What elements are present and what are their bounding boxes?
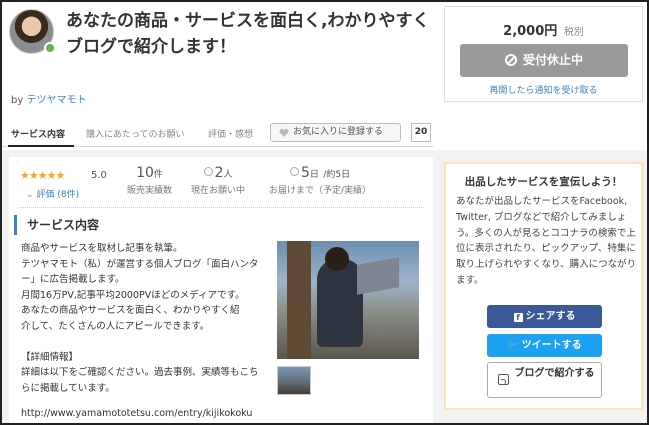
details-heading: 【詳細情報】	[21, 351, 79, 363]
service-tabs: サービス内容 購入にあたってのお願い 評価・感想 お気に入りに登録する 20	[2, 121, 434, 147]
facebook-share-button[interactable]: f シェアする	[487, 305, 602, 328]
description-line: 月間16万PV,記事平均2000PVほどのメディアです。	[21, 289, 245, 301]
tab-reviews[interactable]: 評価・感想	[208, 127, 253, 140]
requests-label: 現在お願い中	[191, 186, 246, 196]
price-value: 2,000	[503, 24, 545, 39]
tax-note: 税別	[563, 27, 584, 38]
description-line: テツヤマモト（私）が運営する個人ブログ「面白ハンタ	[21, 258, 259, 270]
price-currency: 円	[544, 24, 558, 39]
section-title: サービス内容	[14, 215, 99, 235]
review-count-label: 評価 (8件)	[36, 190, 80, 200]
facebook-share-label: シェアする	[525, 311, 576, 322]
add-favorite-label: お気に入りに登録する	[293, 127, 384, 137]
description-line: 商品やサービスを取材し記事を執筆。	[21, 243, 183, 254]
service-title: あなたの商品・サービスを面白く,わかりやすくブログで紹介します！	[66, 11, 430, 57]
requests-unit: 人	[223, 170, 233, 180]
purchase-box: 2,000円 税別 受付休止中 再開したら通知を受け取る	[444, 6, 643, 102]
delivery-approx: /約5日	[323, 170, 351, 180]
suspended-button[interactable]: 受付休止中	[460, 44, 628, 77]
tab-service-content[interactable]: サービス内容	[11, 127, 65, 140]
blog-share-button[interactable]: ブログで紹介する	[487, 362, 602, 398]
description-line: 介して、たくさんの人にアピールできます。	[21, 320, 210, 332]
main-panel: ★★★★★ 5.0 ⌄ 評価 (8件) 10件 販売実績数 2人 現在お願い中 5…	[9, 157, 433, 423]
sales-stat: 10件 販売実績数	[127, 165, 172, 196]
details-line: らに掲載しています。	[21, 382, 115, 394]
stats-divider	[19, 207, 424, 208]
delivery-label: お届けまで（予定/実績）	[269, 186, 372, 196]
tab-purchase-requests[interactable]: 購入にあたってのお願い	[86, 127, 185, 140]
person-icon	[203, 167, 213, 176]
facebook-icon: f	[513, 313, 523, 322]
requests-stat: 2人 現在お願い中	[191, 165, 245, 196]
seller-byline: by テツヤマモト	[11, 91, 86, 106]
promote-text: あなたが出品したサービスをFacebook, Twitter, ブログなどで紹介…	[456, 196, 637, 286]
description-line: ー」に広告掲載します。	[21, 274, 125, 286]
online-status-icon	[44, 42, 56, 54]
favorite-count: 20	[411, 123, 431, 142]
chevron-down-icon: ⌄	[26, 190, 34, 200]
seller-link[interactable]: テツヤマモト	[26, 95, 86, 106]
promote-panel: 出品したサービスを宣伝しよう！ あなたが出品したサービスをFacebook, T…	[444, 162, 643, 410]
by-label: by	[11, 95, 24, 106]
service-description: 商品やサービスを取材し記事を執筆。 テツヤマモト（私）が運営する個人ブログ「面白…	[21, 241, 276, 396]
rating-value: 5.0	[91, 170, 107, 181]
price: 2,000円 税別	[445, 20, 642, 39]
blog-share-label: ブログで紹介する	[514, 368, 595, 379]
description-line: あなたの商品やサービスを面白く、わかりやすく紹	[21, 305, 240, 317]
tweet-button[interactable]: 🐦 ツイートする	[487, 334, 602, 357]
star-rating: ★★★★★	[20, 169, 65, 182]
active-tab-indicator	[8, 145, 74, 147]
notify-on-resume-link[interactable]: 再開したら通知を受け取る	[445, 83, 642, 96]
twitter-icon: 🐦	[507, 341, 519, 351]
delivery-stat: 5日 /約5日 お届けまで（予定/実績）	[269, 165, 371, 196]
add-favorite-button[interactable]: お気に入りに登録する	[270, 123, 401, 142]
blog-url[interactable]: http://www.yamamototetsu.com/entry/kijik…	[21, 408, 252, 419]
service-photo[interactable]	[277, 241, 419, 359]
photo-thumbnail[interactable]	[277, 366, 311, 395]
ban-icon	[504, 54, 517, 66]
page-frame: あなたの商品・サービスを面白く,わかりやすくブログで紹介します！ by テツヤマ…	[0, 0, 649, 425]
rss-icon	[498, 374, 509, 385]
heart-icon	[279, 128, 289, 137]
details-line: 詳細は以下をご確認ください。過去事例、実績等もこち	[21, 367, 259, 379]
promote-title: 出品したサービスを宣伝しよう！	[464, 176, 623, 188]
sales-label: 販売実績数	[127, 186, 173, 196]
delivery-unit: 日	[309, 170, 319, 180]
review-count-link[interactable]: ⌄ 評価 (8件)	[26, 187, 79, 200]
delivery-number: 5	[300, 165, 310, 181]
sales-unit: 件	[153, 170, 163, 180]
tweet-label: ツイートする	[521, 340, 582, 351]
suspended-label: 受付休止中	[522, 53, 583, 67]
sales-number: 10	[136, 165, 154, 181]
clock-icon	[289, 167, 299, 176]
